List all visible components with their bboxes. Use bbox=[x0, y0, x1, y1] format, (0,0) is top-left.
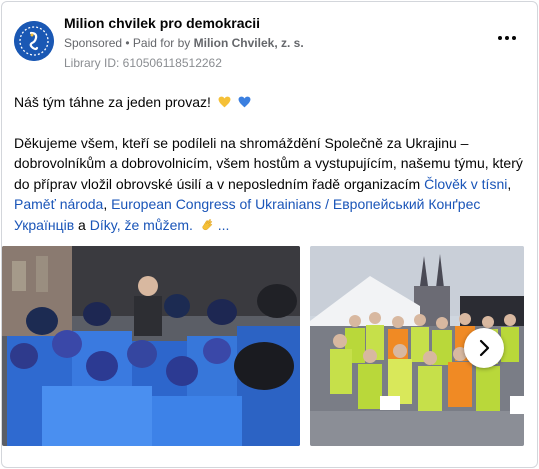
post-text-line1: Náš tým táhne za jeden provaz! bbox=[14, 92, 529, 113]
blue-heart-icon bbox=[238, 96, 251, 108]
yellow-heart-icon bbox=[218, 96, 231, 108]
volunteers-blue-jackets-photo bbox=[2, 246, 300, 446]
chevron-right-icon bbox=[479, 339, 490, 357]
paid-for-name: Milion Chvilek, z. s. bbox=[193, 36, 304, 50]
more-options-icon bbox=[498, 36, 502, 40]
link-pamet-naroda[interactable]: Paměť národa bbox=[14, 196, 103, 212]
carousel-image-1[interactable] bbox=[2, 246, 300, 446]
post-headline: Náš tým táhne za jeden provaz! bbox=[14, 94, 211, 110]
image-carousel bbox=[2, 246, 537, 446]
link-diky-ze-muzem[interactable]: Díky, že můžem. bbox=[90, 217, 193, 233]
paid-for-prefix: • Paid for by bbox=[125, 36, 191, 50]
carousel-next-button[interactable] bbox=[464, 328, 504, 368]
post-text: Náš tým táhne za jeden provaz! Děkujeme … bbox=[14, 92, 529, 235]
sponsored-meta: Sponsored • Paid for by Milion Chvilek, … bbox=[64, 36, 304, 50]
see-more-link[interactable]: ... bbox=[218, 217, 230, 233]
link-clovek-v-tisni[interactable]: Člověk v tísni bbox=[424, 176, 507, 192]
page-avatar[interactable] bbox=[14, 21, 54, 61]
post-header: Milion chvilek pro demokracii Sponsored … bbox=[2, 2, 537, 82]
ad-card: Milion chvilek pro demokracii Sponsored … bbox=[1, 1, 538, 468]
sponsored-label[interactable]: Sponsored bbox=[64, 36, 122, 50]
post-text-body: Děkujeme všem, kteří se podíleli na shro… bbox=[14, 134, 523, 233]
library-id: Library ID: 610506118512262 bbox=[64, 56, 222, 70]
milion-chvilek-logo-icon bbox=[14, 21, 54, 61]
clapping-hands-icon bbox=[202, 218, 212, 230]
page-name-link[interactable]: Milion chvilek pro demokracii bbox=[64, 15, 260, 31]
more-options-button[interactable] bbox=[497, 30, 521, 46]
